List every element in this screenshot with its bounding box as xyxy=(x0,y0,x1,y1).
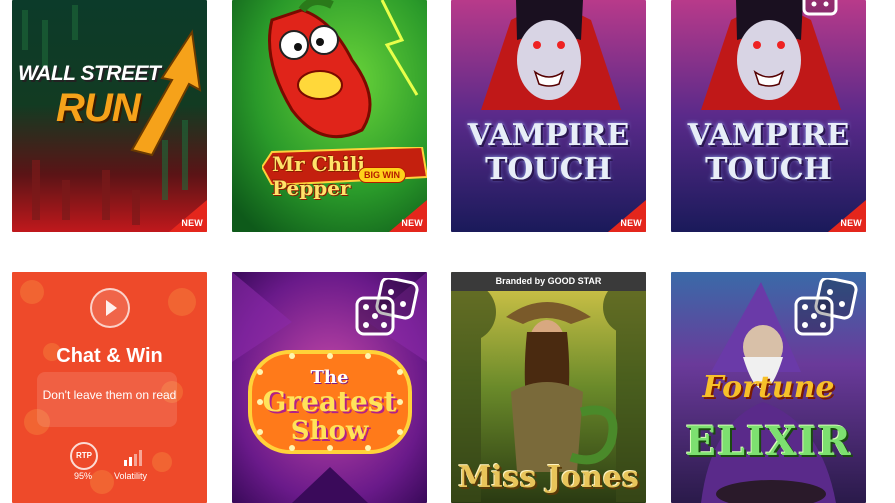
game-title-line1: VAMPIRE xyxy=(467,118,630,153)
dice-icon xyxy=(794,278,858,336)
game-title-line1: WALL STREET xyxy=(18,62,161,85)
game-art xyxy=(671,0,866,232)
game-tile-vampire-touch[interactable]: VAMPIRE TOUCH NEW xyxy=(451,0,646,232)
game-tile-miss-jones[interactable]: Branded by GOOD STAR Miss Jones xyxy=(451,272,646,503)
game-tile-vampire-touch-2[interactable]: VAMPIRE TOUCH NEW xyxy=(671,0,866,232)
game-tile-chat-and-win[interactable]: Chat & Win Don't leave them on read RTP … xyxy=(12,272,207,503)
game-description: Don't leave them on read xyxy=(42,388,177,402)
game-title: Chat & Win xyxy=(56,345,163,367)
new-badge: NEW xyxy=(608,200,646,232)
game-tile-mr-chili-pepper[interactable]: Mr Chili Pepper BIG WIN NEW xyxy=(232,0,427,232)
volatility-label: Volatility xyxy=(114,471,148,481)
game-tile-greatest-show[interactable]: The Greatest Show xyxy=(232,272,427,503)
game-title-line1: VAMPIRE xyxy=(687,118,850,153)
game-title-line2: TOUCH xyxy=(705,152,832,187)
dice-icon xyxy=(355,278,419,336)
new-badge: NEW xyxy=(389,200,427,232)
rtp-icon: RTP xyxy=(70,442,98,470)
dice-icon xyxy=(802,0,838,16)
new-badge-label: NEW xyxy=(401,218,423,228)
new-badge-label: NEW xyxy=(840,218,862,228)
new-badge: NEW xyxy=(169,200,207,232)
rtp-value: 95% xyxy=(74,471,93,481)
volatility-bars-icon xyxy=(124,450,142,466)
new-badge-label: NEW xyxy=(181,218,203,228)
new-badge: NEW xyxy=(828,200,866,232)
game-title-line2: ELIXIR xyxy=(685,418,852,465)
game-tile-wall-street-run[interactable]: WALL STREET RUN NEW xyxy=(12,0,207,232)
game-art xyxy=(451,0,646,232)
big-win-label: BIG WIN xyxy=(358,167,406,183)
play-icon[interactable] xyxy=(90,288,130,328)
game-title: Miss Jones xyxy=(458,460,639,495)
game-title-line2: TOUCH xyxy=(485,152,612,187)
new-badge-label: NEW xyxy=(620,218,642,228)
game-title-line2: Greatest xyxy=(262,385,397,418)
game-title-line2: RUN xyxy=(56,86,141,130)
game-title-line3: Show xyxy=(290,416,369,446)
game-tile-fortune-elixir[interactable]: Fortune ELIXIR xyxy=(671,272,866,503)
game-title-line1: Fortune xyxy=(702,370,835,405)
branding-bar: Branded by GOOD STAR xyxy=(451,272,646,291)
